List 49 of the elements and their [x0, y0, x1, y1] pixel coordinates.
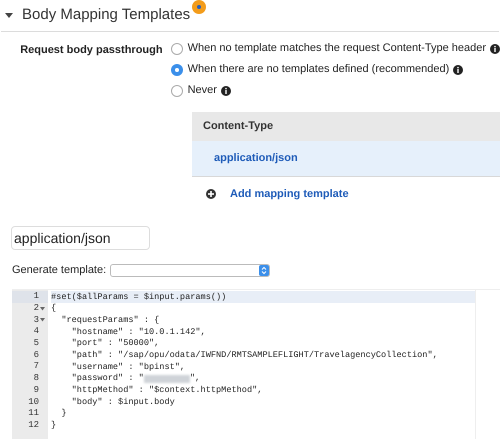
- template-name-field[interactable]: application/json: [11, 226, 150, 250]
- code-line: "password" : ": [70, 374, 144, 383]
- select-arrows-icon: [259, 264, 270, 276]
- table-header: Content-Type: [192, 112, 500, 141]
- code-line: ",: [190, 374, 200, 383]
- section-title: Body Mapping Templates: [22, 5, 190, 26]
- radio-button[interactable]: [170, 64, 183, 76]
- field-label: Request body passthrough: [19, 43, 164, 58]
- generate-template-label: Generate template:: [12, 262, 106, 278]
- add-mapping-template-link[interactable]: Add mapping template: [230, 186, 349, 202]
- line-number: 7: [34, 362, 39, 372]
- code-line: "httpMethod" : "$context.httpMethod",: [70, 386, 262, 395]
- radio-button[interactable]: [170, 84, 183, 96]
- code-line: "port" : "50000",: [70, 339, 160, 348]
- line-number: 4: [34, 327, 39, 336]
- code-line: "body" : $input.body: [70, 398, 175, 406]
- code-line: "path" : "/sap/opu/odata/IWFND/RMTSAMPLEFLIGHT/TravelagencyCollection",: [70, 350, 438, 360]
- template-select[interactable]: [110, 264, 270, 276]
- radio-label[interactable]: When no template matches the request Content-Type header: [188, 40, 486, 57]
- code-editor[interactable]: [12, 289, 500, 439]
- code-line: #set($allParams = $input.params()): [51, 292, 226, 302]
- radio-button[interactable]: [170, 42, 183, 54]
- info-icon[interactable]: [490, 44, 500, 54]
- fold-caret-icon[interactable]: [40, 306, 45, 311]
- info-icon[interactable]: [453, 64, 464, 74]
- line-number: 12: [28, 420, 39, 430]
- radio-label[interactable]: When there are no templates defined (recommended): [188, 61, 450, 78]
- plus-icon[interactable]: [206, 189, 216, 199]
- line-number: 10: [28, 398, 39, 407]
- radio-label[interactable]: Never: [188, 82, 217, 99]
- code-line: "username" : "bpinst",: [70, 362, 186, 372]
- code-line: "requestParams" : {: [60, 316, 160, 325]
- info-icon[interactable]: [220, 86, 231, 96]
- code-line: }: [60, 409, 66, 418]
- redacted-text: [144, 374, 190, 383]
- code-line: {: [51, 304, 56, 313]
- line-number: 3: [34, 316, 39, 325]
- line-number: 9: [34, 386, 39, 395]
- line-number: 2: [34, 304, 39, 314]
- line-number: 11: [28, 409, 39, 418]
- code-line: }: [51, 421, 56, 430]
- fold-caret-icon[interactable]: [40, 318, 45, 322]
- line-number: 5: [34, 339, 39, 348]
- table-row[interactable]: application/json: [192, 141, 500, 177]
- line-number: 6: [34, 350, 39, 360]
- caret-icon[interactable]: [5, 12, 13, 18]
- line-number: 8: [34, 374, 39, 384]
- line-number: 1: [34, 292, 39, 302]
- code-line: "hostname" : "10.0.1.142",: [70, 328, 206, 336]
